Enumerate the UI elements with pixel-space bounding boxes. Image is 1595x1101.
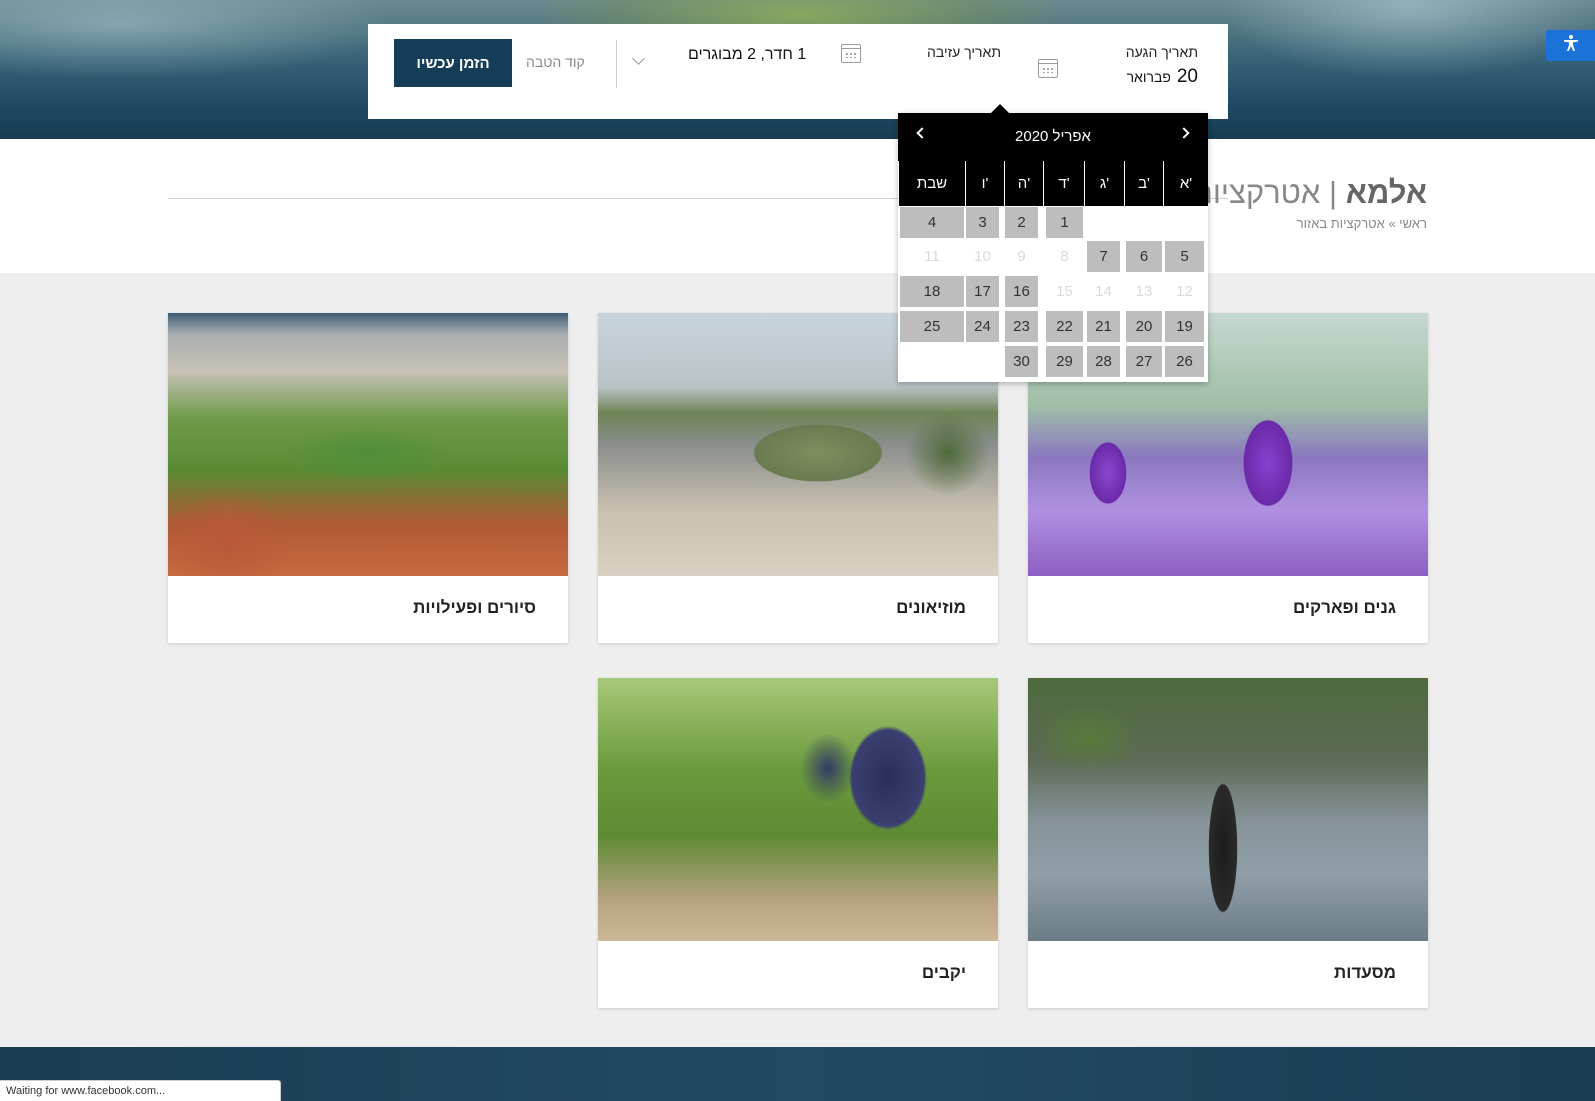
departure-date-label[interactable]: תאריך עזיבה xyxy=(927,44,1001,60)
calendar-day[interactable]: 25 xyxy=(900,311,964,342)
arrival-month: פברואר xyxy=(1126,69,1171,85)
calendar-day: 9 xyxy=(1017,248,1026,265)
date-picker: אפריל 2020 א' ב' ג' ד' ה' ו' שבת 1 2 3 4 5 6 7 8 9 10 11 1… xyxy=(898,113,1208,382)
calendar-day[interactable]: 22 xyxy=(1046,311,1083,342)
weekday-header: ו' xyxy=(965,161,1004,206)
calendar-day: 12 xyxy=(1176,283,1193,300)
chevron-down-icon[interactable] xyxy=(632,52,645,65)
card-label[interactable]: גנים ופארקים xyxy=(1293,598,1396,618)
accessibility-button[interactable] xyxy=(1546,30,1595,61)
breadcrumb[interactable]: ראשי » אטרקציות באזור xyxy=(1297,216,1427,231)
card-label[interactable]: יקבים xyxy=(922,963,966,983)
calendar-day[interactable]: 19 xyxy=(1165,311,1204,342)
calendar-day[interactable]: 20 xyxy=(1126,311,1162,342)
calendar-day[interactable]: 21 xyxy=(1087,311,1120,342)
card-tours-activities[interactable]: סיורים ופעילויות xyxy=(168,313,568,643)
book-now-button[interactable]: הזמן עכשיו xyxy=(394,39,512,87)
calendar-day[interactable]: 23 xyxy=(1005,311,1038,342)
calendar-day[interactable]: 28 xyxy=(1087,346,1120,377)
arrival-day: 20 xyxy=(1176,66,1198,87)
calendar-day: 15 xyxy=(1056,283,1073,300)
calendar-day[interactable]: 7 xyxy=(1087,241,1120,272)
weekday-header: ב' xyxy=(1124,161,1163,206)
calendar-day[interactable]: 5 xyxy=(1165,241,1204,272)
weekday-header: א' xyxy=(1163,161,1208,206)
divider xyxy=(616,40,617,88)
weekday-header: ד' xyxy=(1043,161,1084,206)
card-image[interactable] xyxy=(598,678,998,941)
title-separator: | xyxy=(1329,175,1338,210)
calendar-day: 14 xyxy=(1095,283,1112,300)
weekday-header: שבת xyxy=(898,161,965,206)
calendar-day[interactable]: 18 xyxy=(900,276,964,307)
calendar-day[interactable]: 1 xyxy=(1046,207,1083,238)
calendar-day: 8 xyxy=(1060,248,1069,265)
weekday-header: ה' xyxy=(1004,161,1043,206)
card-wineries[interactable]: יקבים xyxy=(598,678,998,1008)
calendar-day[interactable]: 30 xyxy=(1005,346,1038,377)
card-image[interactable] xyxy=(1028,678,1428,941)
calendar-day[interactable]: 4 xyxy=(900,207,964,238)
calendar-day[interactable]: 27 xyxy=(1126,346,1162,377)
calendar-month-label: אפריל 2020 xyxy=(1015,128,1091,145)
calendar-icon[interactable] xyxy=(1038,59,1058,78)
calendar-day[interactable]: 26 xyxy=(1165,346,1204,377)
calendar-day: 13 xyxy=(1135,283,1153,300)
card-label[interactable]: סיורים ופעילויות xyxy=(413,598,536,618)
arrival-date-field[interactable]: תאריך הגעה 20 פברואר xyxy=(1126,44,1198,88)
calendar-day[interactable]: 24 xyxy=(966,311,999,342)
accessibility-icon xyxy=(1562,34,1580,57)
promo-code-input[interactable]: קוד הטבה xyxy=(526,54,585,70)
weekday-header: ג' xyxy=(1084,161,1124,206)
calendar-day[interactable]: 16 xyxy=(1005,276,1038,307)
booking-bar: תאריך הגעה 20 פברואר תאריך עזיבה 1 חדר, … xyxy=(368,24,1228,119)
card-label[interactable]: מסעדות xyxy=(1334,963,1396,983)
card-image[interactable] xyxy=(168,313,568,576)
calendar-day[interactable]: 29 xyxy=(1046,346,1083,377)
calendar-day[interactable]: 6 xyxy=(1126,241,1162,272)
calendar-day: 10 xyxy=(974,248,991,265)
calendar-icon[interactable] xyxy=(841,44,861,63)
arrival-date-label: תאריך הגעה xyxy=(1125,44,1198,60)
browser-status-bar: Waiting for www.facebook.com... xyxy=(0,1080,281,1101)
card-label[interactable]: מוזיאונים xyxy=(896,598,966,618)
calendar-day[interactable]: 17 xyxy=(966,276,999,307)
brand-name: אלמא xyxy=(1345,175,1427,210)
calendar-day[interactable]: 2 xyxy=(1005,207,1038,238)
calendar-header: אפריל 2020 xyxy=(898,113,1208,161)
guests-selector[interactable]: 1 חדר, 2 מבוגרים xyxy=(688,46,806,64)
card-restaurants[interactable]: מסעדות xyxy=(1028,678,1428,1008)
calendar-day[interactable]: 3 xyxy=(966,207,999,238)
calendar-day: 11 xyxy=(924,248,940,265)
